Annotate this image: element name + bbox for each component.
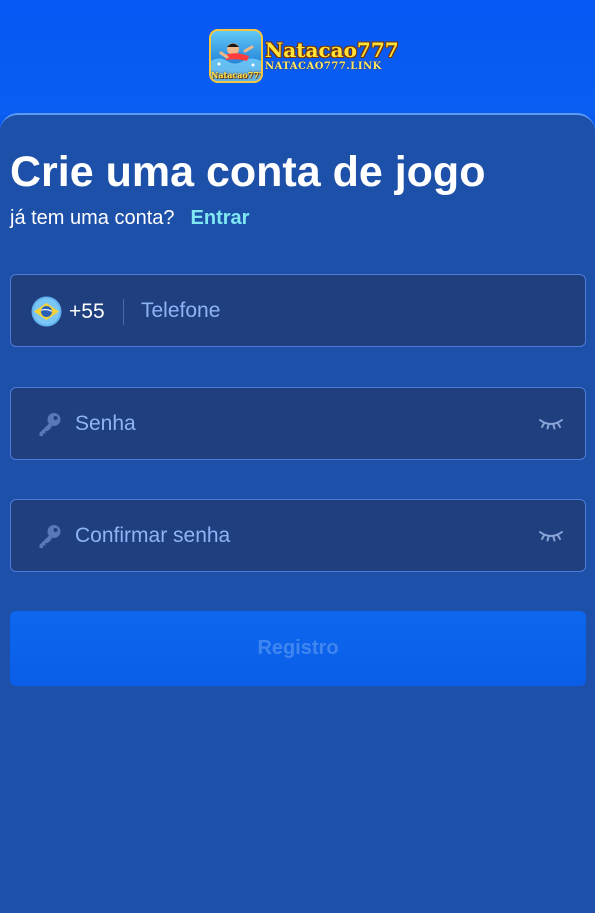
key-icon [39,413,61,436]
logo-subtitle: NATACAO777.LINK [265,61,382,72]
top-header: Natacao777 Natacao777 NATACAO777.LINK [0,0,595,115]
brand-logo[interactable]: Natacao777 Natacao777 NATACAO777.LINK [209,29,399,83]
key-icon [39,525,61,548]
phone-field[interactable]: +55 [10,274,586,347]
register-button[interactable]: Registro [10,611,586,686]
has-account-text: já tem uma conta? [10,207,175,229]
country-code[interactable]: +55 [69,299,105,324]
phone-divider [123,299,124,325]
password-field[interactable] [10,387,586,460]
login-prompt: já tem uma conta? Entrar [10,206,249,230]
page-title: Crie uma conta de jogo [10,148,486,196]
confirm-password-input[interactable] [75,520,515,552]
eye-closed-icon[interactable] [538,416,564,432]
logo-badge-icon: Natacao777 [209,29,263,83]
brazil-flag-icon [31,296,62,327]
logo-title: Natacao777 [265,38,399,62]
eye-closed-icon[interactable] [538,528,564,544]
password-input[interactable] [75,408,515,440]
logo-texts: Natacao777 NATACAO777.LINK [265,39,399,73]
confirm-password-field[interactable] [10,499,586,572]
phone-input[interactable] [141,295,561,327]
logo-badge-text: Natacao777 [211,70,263,80]
login-link[interactable]: Entrar [191,207,250,229]
